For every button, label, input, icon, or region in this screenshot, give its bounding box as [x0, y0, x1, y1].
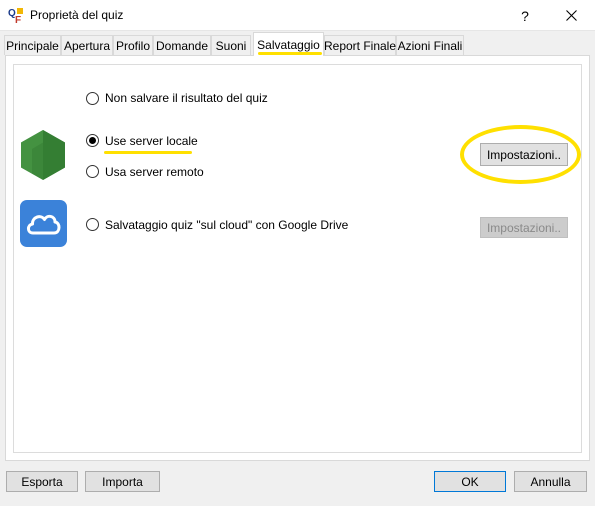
tab-label: Apertura: [63, 38, 111, 53]
ok-button[interactable]: OK: [434, 471, 506, 492]
remote-server-label[interactable]: Usa server remoto: [105, 165, 204, 179]
remote-server-radio[interactable]: [86, 165, 99, 178]
tab-profilo[interactable]: Profilo: [113, 35, 153, 55]
tab-azioni-finali[interactable]: Azioni Finali: [396, 35, 464, 55]
help-label: ?: [521, 7, 529, 24]
tab-label: Profilo: [115, 38, 150, 53]
tab-label: Salvataggio: [257, 37, 320, 52]
export-label: Esporta: [21, 474, 63, 489]
close-button[interactable]: [550, 1, 592, 30]
local-server-highlight-underline: [104, 151, 192, 154]
help-button[interactable]: ?: [508, 1, 542, 30]
cloud-settings-label: Impostazioni..: [486, 220, 562, 235]
tab-label: Suoni: [215, 38, 247, 53]
cloud-radio[interactable]: [86, 218, 99, 231]
import-button[interactable]: Importa: [85, 471, 160, 492]
tab-highlight-underline: [258, 52, 322, 55]
server-settings-label: Impostazioni..: [486, 147, 562, 162]
no-save-label[interactable]: Non salvare il risultato del quiz: [105, 91, 268, 105]
tab-label: Azioni Finali: [397, 38, 463, 53]
tab-label: Principale: [6, 38, 59, 53]
local-server-label[interactable]: Use server locale: [105, 134, 198, 148]
server-settings-button[interactable]: Impostazioni..: [480, 143, 568, 166]
svg-text:F: F: [15, 15, 21, 24]
quiz-app-icon: Q F: [8, 7, 24, 26]
no-save-radio[interactable]: [86, 92, 99, 105]
ok-label: OK: [461, 474, 479, 489]
close-icon: [565, 10, 577, 21]
tab-suoni[interactable]: Suoni: [211, 35, 251, 55]
tab-domande[interactable]: Domande: [153, 35, 211, 55]
cloud-label[interactable]: Salvataggio quiz "sul cloud" con Google …: [105, 218, 348, 232]
cancel-label: Annulla: [530, 474, 571, 489]
tab-label: Report Finale: [323, 38, 397, 53]
nodejs-hexagon-icon: [20, 129, 66, 181]
local-server-radio[interactable]: [86, 134, 99, 147]
export-button[interactable]: Esporta: [6, 471, 78, 492]
tab-label: Domande: [155, 38, 209, 53]
window-title: Proprietà del quiz: [30, 8, 124, 22]
tab-principale[interactable]: Principale: [4, 35, 61, 55]
save-options-group: [13, 64, 582, 453]
cloud-settings-button[interactable]: Impostazioni..: [480, 217, 568, 238]
cancel-button[interactable]: Annulla: [514, 471, 587, 492]
tab-apertura[interactable]: Apertura: [61, 35, 113, 55]
tab-report-finale[interactable]: Report Finale: [324, 35, 396, 55]
import-label: Importa: [102, 474, 143, 489]
cloud-icon: [20, 200, 67, 247]
